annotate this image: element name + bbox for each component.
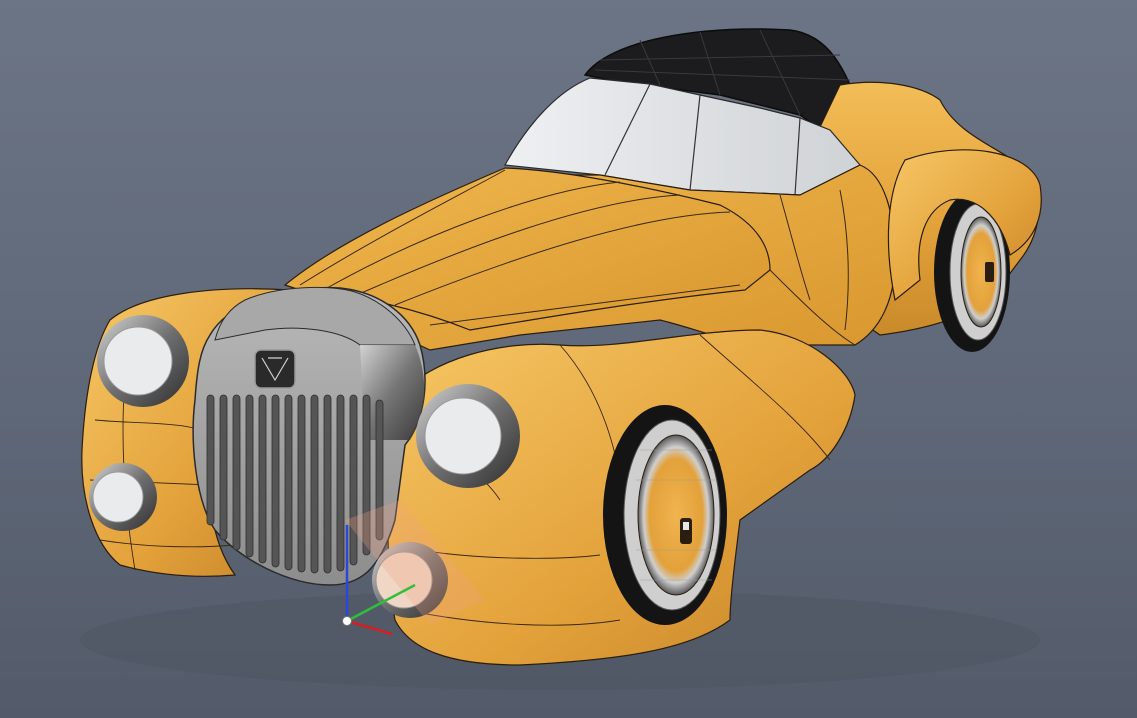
front-hubcap-emblem-icon: [680, 518, 692, 544]
triad-origin[interactable]: [342, 616, 352, 626]
front-right-wheel[interactable]: [603, 405, 727, 625]
3d-viewport[interactable]: [0, 0, 1137, 718]
model-canvas[interactable]: [0, 0, 1137, 718]
left-fog-light[interactable]: [89, 463, 157, 531]
right-headlight[interactable]: [416, 384, 520, 488]
left-headlight[interactable]: [97, 315, 189, 407]
rear-hubcap-emblem-icon: [985, 262, 994, 282]
grille-emblem-icon: [254, 349, 296, 389]
